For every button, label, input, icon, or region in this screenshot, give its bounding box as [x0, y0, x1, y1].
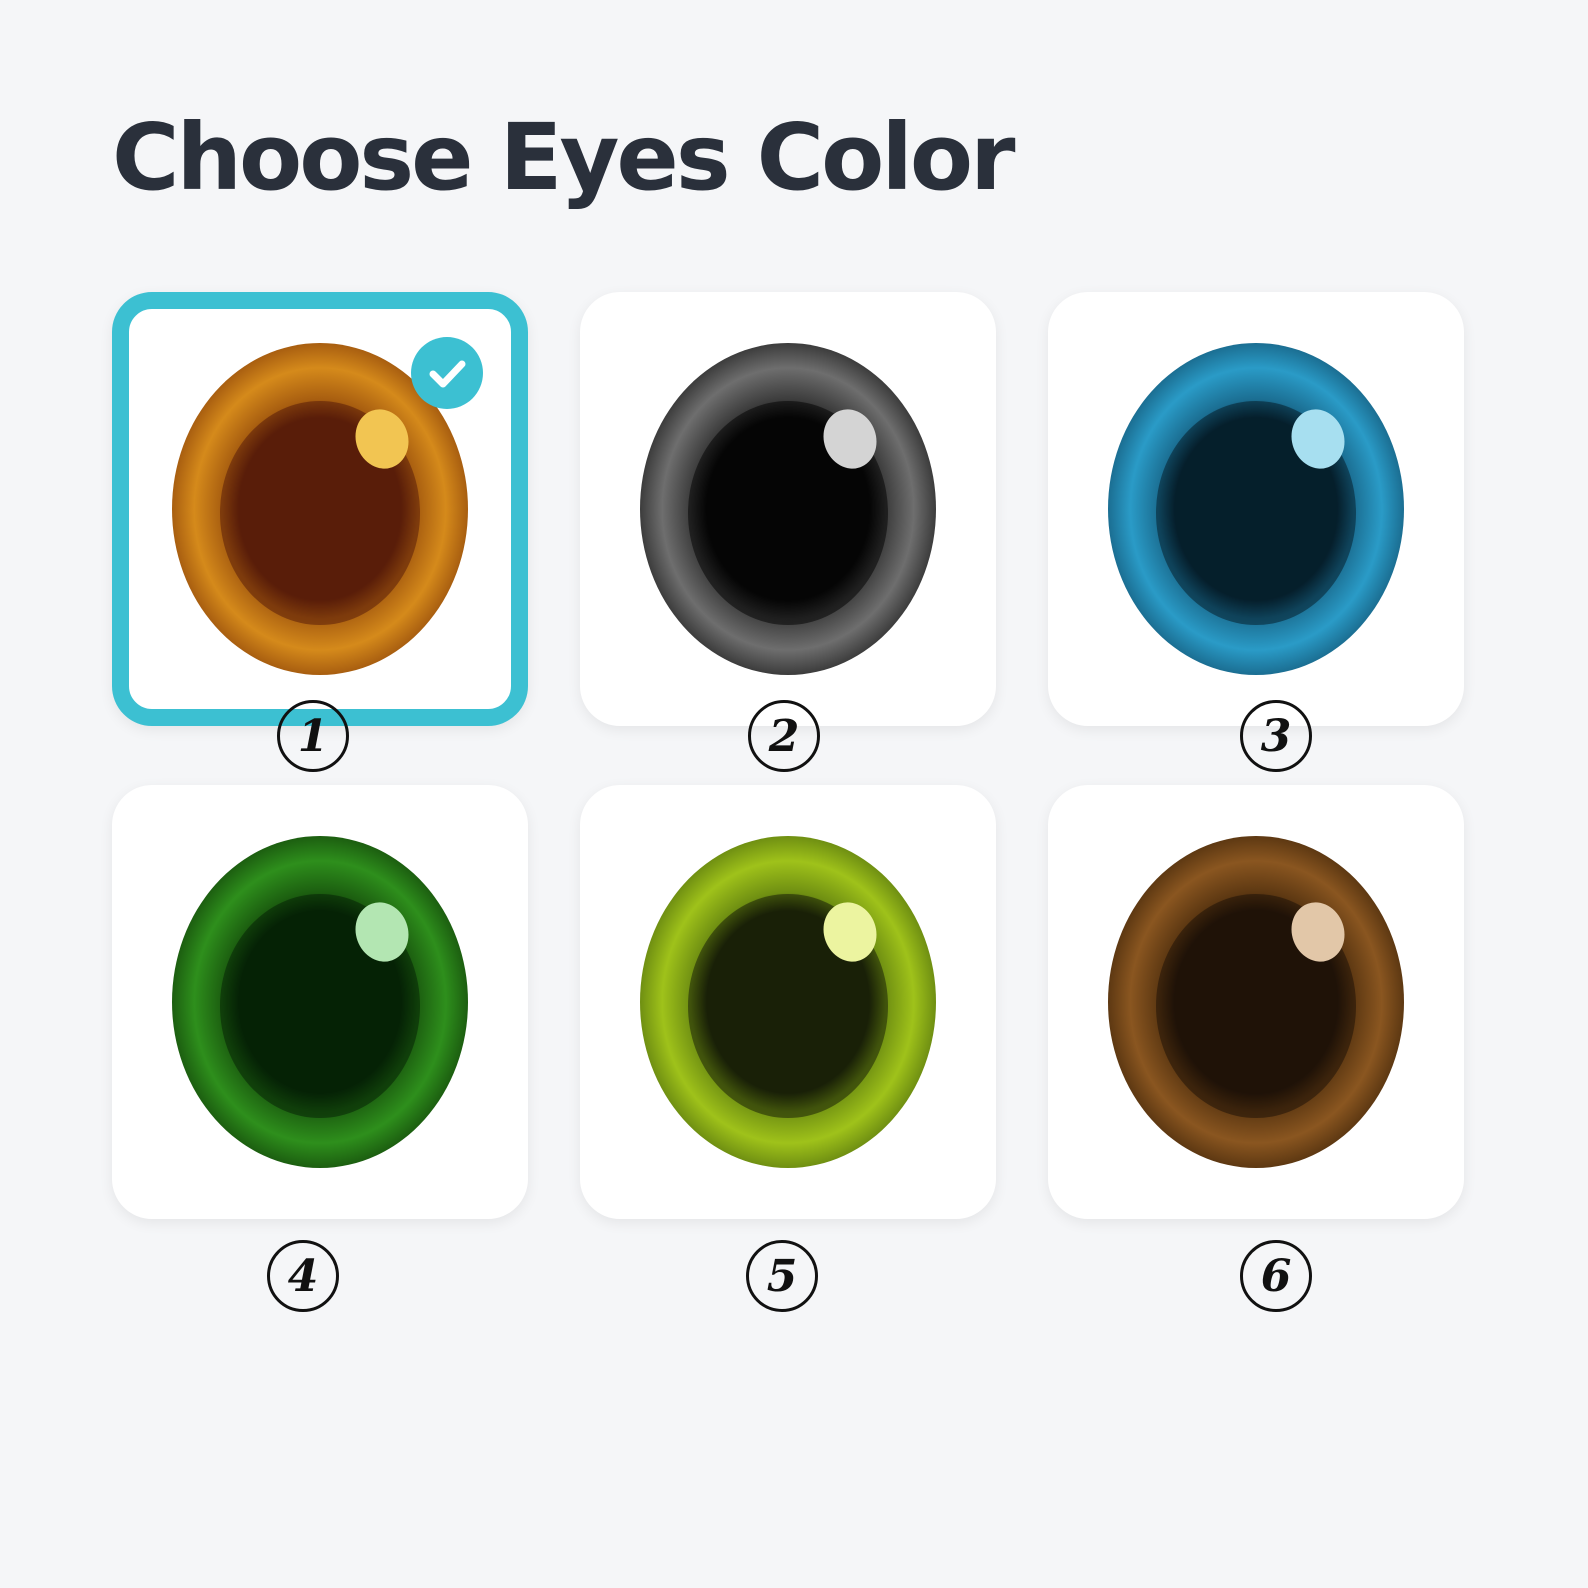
- page-title: Choose Eyes Color: [112, 104, 1015, 211]
- eye-color-option-amber-brown[interactable]: [112, 292, 528, 726]
- option-number-3: 3: [1240, 700, 1312, 772]
- option-number-2: 2: [748, 700, 820, 772]
- option-number-1: 1: [277, 700, 349, 772]
- eye-color-option-gray[interactable]: [580, 292, 996, 726]
- eye-color-option-brown[interactable]: [1048, 785, 1464, 1219]
- gray-eye-swatch: [637, 341, 939, 677]
- green-eye-swatch: [169, 834, 471, 1170]
- option-number-4: 4: [267, 1240, 339, 1312]
- eye-color-option-green[interactable]: [112, 785, 528, 1219]
- brown-eye-swatch: [1105, 834, 1407, 1170]
- option-number-6: 6: [1240, 1240, 1312, 1312]
- blue-eye-swatch: [1105, 341, 1407, 677]
- eye-color-option-lime[interactable]: [580, 785, 996, 1219]
- eye-color-option-blue[interactable]: [1048, 292, 1464, 726]
- check-icon: [411, 337, 483, 409]
- option-number-5: 5: [746, 1240, 818, 1312]
- lime-eye-swatch: [637, 834, 939, 1170]
